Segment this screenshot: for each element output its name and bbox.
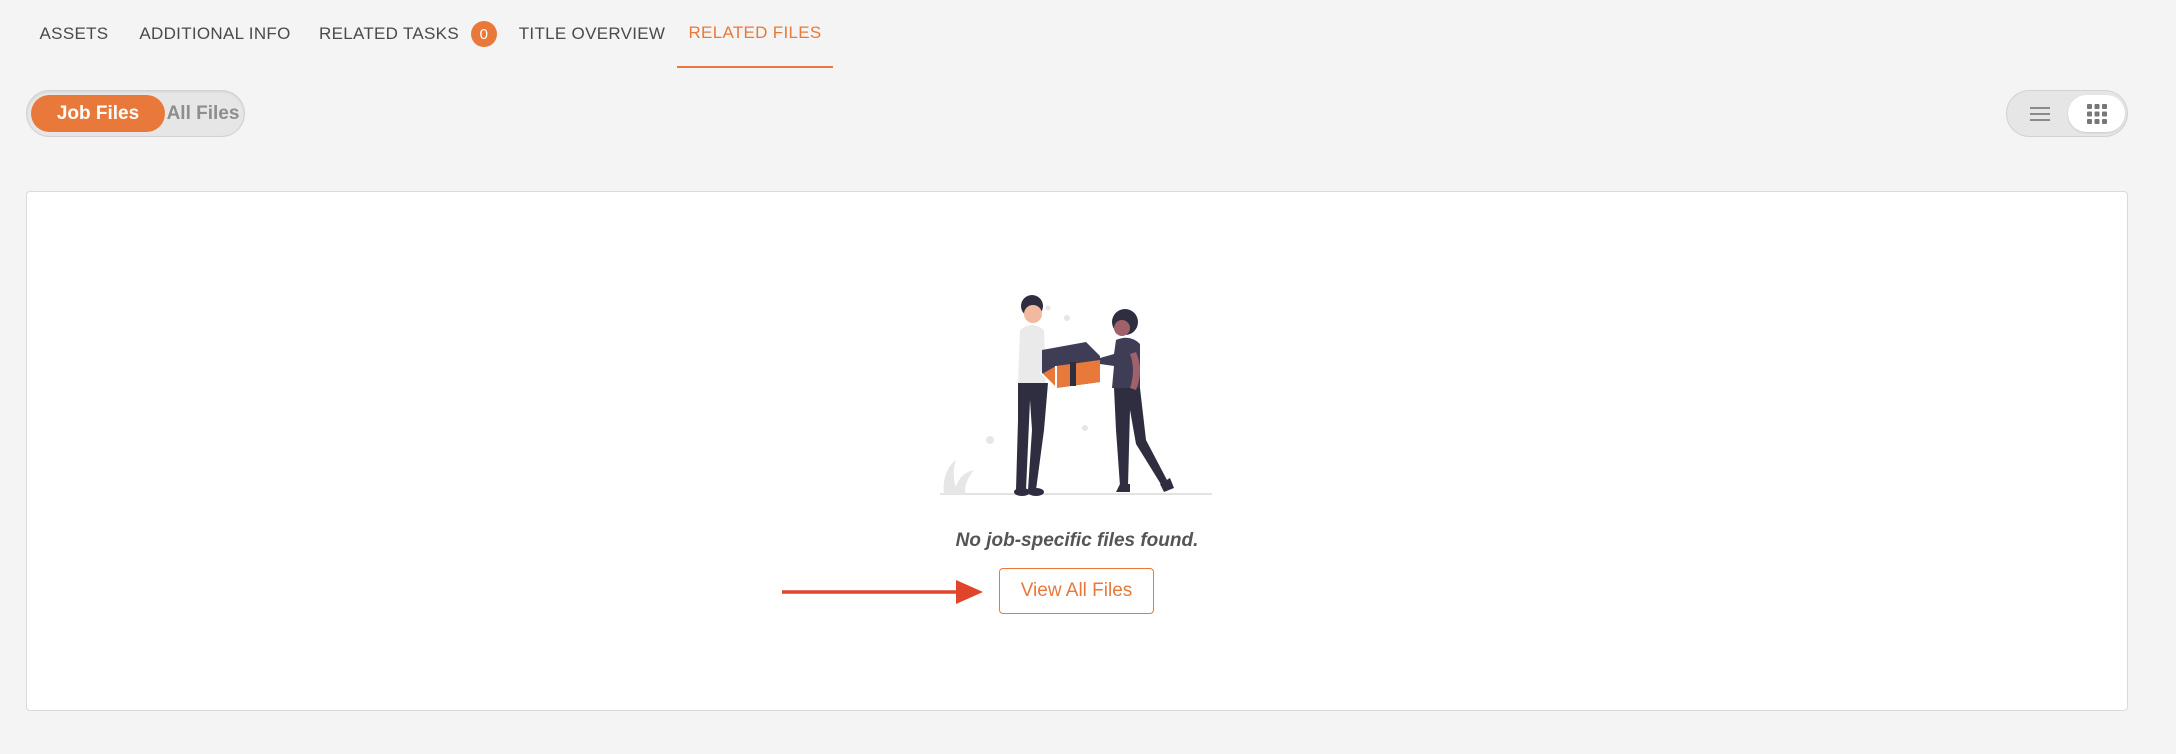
tab-label: RELATED FILES [688,23,822,42]
tab-label: ADDITIONAL INFO [139,24,291,43]
all-files-option[interactable]: All Files [165,95,241,132]
tab-related-files[interactable]: RELATED FILES [677,0,833,68]
empty-state-message: No job-specific files found. [955,530,1199,551]
list-view-button[interactable] [2011,95,2068,132]
people-handing-box-illustration [940,295,1212,496]
file-scope-toggle: Job Files All Files [26,90,245,137]
tab-additional-info[interactable]: ADDITIONAL INFO [131,0,299,68]
job-files-option[interactable]: Job Files [31,95,165,132]
view-all-files-button[interactable]: View All Files [999,568,1154,614]
view-mode-toggle [2006,90,2128,137]
arrow-right-icon [782,580,983,604]
tab-related-tasks[interactable]: RELATED TASKS 0 [318,0,498,68]
grid-view-button[interactable] [2068,95,2125,132]
list-icon [2029,106,2050,121]
tab-label: TITLE OVERVIEW [518,24,666,43]
task-count-badge: 0 [470,21,497,47]
grid-icon [2086,103,2107,124]
tab-label: RELATED TASKS [319,24,459,43]
tab-bar: ASSETS ADDITIONAL INFO RELATED TASKS 0 T… [0,0,2176,68]
tab-title-overview[interactable]: TITLE OVERVIEW [516,0,668,68]
tab-assets[interactable]: ASSETS [34,0,114,68]
tab-label: ASSETS [39,24,109,43]
